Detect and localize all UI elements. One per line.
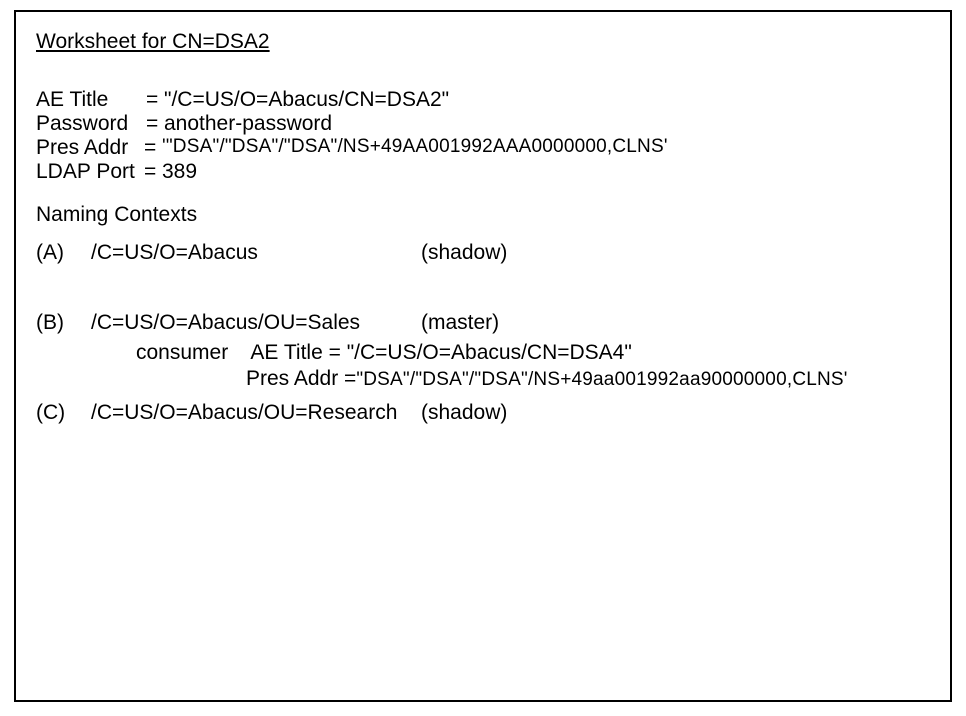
pres-addr-row: Pres Addr = '"DSA"/"DSA"/"DSA"/NS+49AA00…: [36, 136, 930, 160]
context-a-row: (A) /C=US/O=Abacus (shadow): [36, 241, 930, 265]
context-b-consumer-pres: Pres Addr ="DSA"/"DSA"/"DSA"/NS+49aa0019…: [36, 367, 930, 391]
ldap-port-row: LDAP Port = 389: [36, 160, 930, 184]
context-b-row: (B) /C=US/O=Abacus/OU=Sales (master): [36, 311, 930, 335]
consumer-label: consumer: [136, 341, 228, 364]
naming-contexts-header: Naming Contexts: [36, 203, 930, 227]
context-b-consumer-ae: consumer AE Title = "/C=US/O=Abacus/CN=D…: [36, 341, 930, 365]
context-b-role: (master): [421, 311, 499, 335]
password-row: Password = another-password: [36, 112, 930, 136]
context-a-letter: (A): [36, 241, 91, 265]
consumer-pres-label: Pres Addr =: [246, 367, 356, 390]
context-b-path: /C=US/O=Abacus/OU=Sales: [91, 311, 421, 335]
equals-sign: =: [146, 112, 164, 136]
spacer: [36, 271, 930, 311]
ldap-port-value: 389: [162, 160, 197, 184]
context-b-letter: (B): [36, 311, 91, 335]
consumer-pres-value: "DSA"/"DSA"/"DSA"/NS+49aa001992aa9000000…: [356, 369, 847, 390]
equals-sign: =: [146, 88, 164, 112]
ae-title-row: AE Title = "/C=US/O=Abacus/CN=DSA2": [36, 88, 930, 112]
context-c-row: (C) /C=US/O=Abacus/OU=Research (shadow): [36, 401, 930, 425]
equals-sign: =: [144, 136, 162, 160]
pres-addr-label: Pres Addr: [36, 136, 144, 160]
context-c-path: /C=US/O=Abacus/OU=Research: [91, 401, 421, 425]
consumer-ae-label: AE Title =: [250, 341, 340, 364]
password-value: another-password: [164, 112, 332, 136]
ldap-port-label: LDAP Port: [36, 160, 144, 184]
properties-block: AE Title = "/C=US/O=Abacus/CN=DSA2" Pass…: [36, 88, 930, 185]
password-label: Password: [36, 112, 146, 136]
ae-title-value: "/C=US/O=Abacus/CN=DSA2": [164, 88, 449, 112]
context-a-path: /C=US/O=Abacus: [91, 241, 421, 265]
context-c-letter: (C): [36, 401, 91, 425]
consumer-ae-value: "/C=US/O=Abacus/CN=DSA4": [347, 341, 632, 364]
page: Worksheet for CN=DSA2 AE Title = "/C=US/…: [0, 0, 966, 716]
context-a-role: (shadow): [421, 241, 507, 265]
ae-title-label: AE Title: [36, 88, 146, 112]
equals-sign: =: [144, 160, 162, 184]
worksheet-box: Worksheet for CN=DSA2 AE Title = "/C=US/…: [14, 10, 952, 702]
worksheet-title: Worksheet for CN=DSA2: [36, 30, 930, 54]
context-c-role: (shadow): [421, 401, 507, 425]
pres-addr-value: '"DSA"/"DSA"/"DSA"/NS+49AA001992AAA00000…: [162, 136, 668, 160]
